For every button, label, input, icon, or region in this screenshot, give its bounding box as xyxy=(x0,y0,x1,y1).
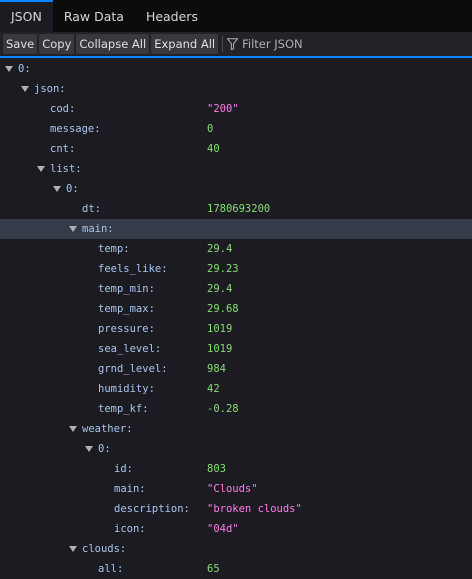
tree-row[interactable]: main: "Clouds" xyxy=(0,479,472,499)
tree-key: all: xyxy=(98,563,124,575)
copy-button[interactable]: Copy xyxy=(39,34,75,54)
tree-row[interactable]: list: xyxy=(0,159,472,179)
tree-key: cod: xyxy=(50,103,76,115)
tree-row[interactable]: temp: 29.4 xyxy=(0,239,472,259)
tree-row[interactable]: icon: "04d" xyxy=(0,519,472,539)
tree-row[interactable]: 0: xyxy=(0,59,472,79)
tree-key: description: xyxy=(114,503,190,515)
tree-row[interactable]: 0: xyxy=(0,439,472,459)
tree-key: main: xyxy=(82,223,114,235)
tree-row[interactable]: clouds: xyxy=(0,539,472,559)
tree-key: 0: xyxy=(66,183,79,195)
chevron-down-icon[interactable] xyxy=(69,426,77,432)
tree-value: "200" xyxy=(207,103,239,115)
tab-bar: JSON Raw Data Headers xyxy=(0,0,472,32)
tree-value: "04d" xyxy=(207,523,239,535)
tree-key: grnd_level: xyxy=(98,363,168,375)
tree-key: temp_kf: xyxy=(98,403,149,415)
tree-key: temp_max: xyxy=(98,303,155,315)
tree-key: main: xyxy=(114,483,146,495)
tree-value: 40 xyxy=(207,143,220,155)
toolbar-divider xyxy=(222,36,224,52)
tree-row[interactable]: all: 65 xyxy=(0,559,472,579)
tree-value: "broken clouds" xyxy=(207,503,302,515)
tree-row[interactable]: cnt: 40 xyxy=(0,139,472,159)
tree-row[interactable]: weather: xyxy=(0,419,472,439)
tree-row[interactable]: feels_like: 29.23 xyxy=(0,259,472,279)
tree-value: 1780693200 xyxy=(207,203,271,215)
tree-row[interactable]: temp_min: 29.4 xyxy=(0,279,472,299)
tree-value: 29.68 xyxy=(207,303,239,315)
chevron-down-icon[interactable] xyxy=(37,166,45,172)
tree-key: 0: xyxy=(98,443,111,455)
tree-row[interactable]: sea_level: 1019 xyxy=(0,339,472,359)
tree-value: 1019 xyxy=(207,323,233,335)
tree-row[interactable]: grnd_level: 984 xyxy=(0,359,472,379)
tree-key: id: xyxy=(114,463,133,475)
json-toolbar: Save Copy Collapse All Expand All Filter… xyxy=(0,32,472,58)
tree-row[interactable]: humidity: 42 xyxy=(0,379,472,399)
expand-all-button[interactable]: Expand All xyxy=(151,34,219,54)
tree-row[interactable]: temp_max: 29.68 xyxy=(0,299,472,319)
tree-value: 29.4 xyxy=(207,283,233,295)
tree-key: feels_like: xyxy=(98,263,168,275)
tab-headers-label: Headers xyxy=(145,8,198,24)
chevron-down-icon[interactable] xyxy=(21,86,29,92)
tree-row[interactable]: cod: "200" xyxy=(0,99,472,119)
tree-value: -0.28 xyxy=(207,403,239,415)
collapse-all-button[interactable]: Collapse All xyxy=(76,34,150,54)
filter-json-input[interactable]: Filter JSON xyxy=(227,37,303,51)
chevron-down-icon[interactable] xyxy=(69,226,77,232)
tree-key: json: xyxy=(34,83,66,95)
tree-row[interactable]: json: xyxy=(0,79,472,99)
tab-raw-data[interactable]: Raw Data xyxy=(53,0,135,32)
tree-value: 42 xyxy=(207,383,220,395)
tree-row[interactable]: dt: 1780693200 xyxy=(0,199,472,219)
chevron-down-icon[interactable] xyxy=(5,66,13,72)
tree-row[interactable]: 0: xyxy=(0,179,472,199)
filter-placeholder: Filter JSON xyxy=(242,37,303,51)
tree-key: weather: xyxy=(82,423,133,435)
tree-value: 65 xyxy=(207,563,220,575)
tab-raw-data-label: Raw Data xyxy=(63,8,124,24)
tree-key: pressure: xyxy=(98,323,155,335)
tree-key: dt: xyxy=(82,203,101,215)
filter-icon xyxy=(227,38,239,50)
tree-key: sea_level: xyxy=(98,343,162,355)
tab-headers[interactable]: Headers xyxy=(135,0,209,32)
tree-key: humidity: xyxy=(98,383,155,395)
tree-row[interactable]: message: 0 xyxy=(0,119,472,139)
tree-key: cnt: xyxy=(50,143,76,155)
json-tree: 0: json: cod: "200" message: 0 cnt: 40 list: 0: dt… xyxy=(0,58,472,579)
tree-row[interactable]: description: "broken clouds" xyxy=(0,499,472,519)
tree-key: message: xyxy=(50,123,101,135)
tree-key: temp: xyxy=(98,243,130,255)
tree-row[interactable]: pressure: 1019 xyxy=(0,319,472,339)
save-button[interactable]: Save xyxy=(3,34,38,54)
tree-row[interactable]: id: 803 xyxy=(0,459,472,479)
tree-value: 984 xyxy=(207,363,226,375)
tree-key: list: xyxy=(50,163,82,175)
chevron-down-icon[interactable] xyxy=(85,446,93,452)
tab-json-label: JSON xyxy=(11,8,42,24)
tree-value: 29.4 xyxy=(207,243,233,255)
tree-key: temp_min: xyxy=(98,283,155,295)
tree-row[interactable]: temp_kf: -0.28 xyxy=(0,399,472,419)
tree-row[interactable]: main: xyxy=(0,219,472,239)
tree-value: 29.23 xyxy=(207,263,239,275)
tree-value: "Clouds" xyxy=(207,483,258,495)
chevron-down-icon[interactable] xyxy=(53,186,61,192)
tree-value: 0 xyxy=(207,123,214,135)
tree-key: 0: xyxy=(18,63,31,75)
tree-value: 1019 xyxy=(207,343,233,355)
tree-key: icon: xyxy=(114,523,146,535)
tree-value: 803 xyxy=(207,463,226,475)
tab-json[interactable]: JSON xyxy=(0,0,53,32)
tree-key: clouds: xyxy=(82,543,127,555)
chevron-down-icon[interactable] xyxy=(69,546,77,552)
